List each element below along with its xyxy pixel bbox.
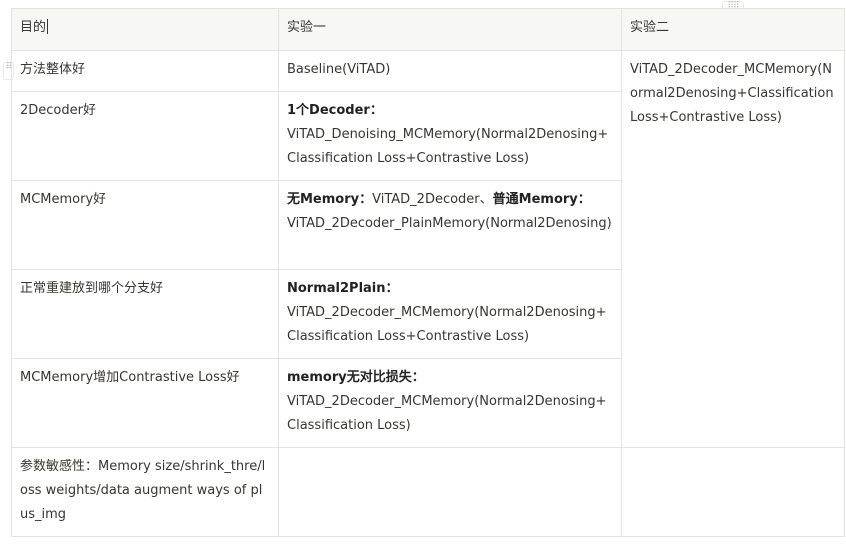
exp1-cell[interactable]: Normal2Plain： ViTAD_2Decoder_MCMemory(Nor… xyxy=(278,269,622,359)
exp2-merged-cell[interactable]: ViTAD_2Decoder_MCMemory(Normal2Denosing+… xyxy=(621,50,845,448)
purpose-cell[interactable]: 2Decoder好 xyxy=(11,91,279,181)
exp1-cell[interactable]: 无Memory：ViTAD_2Decoder、普通Memory： ViTAD_2D… xyxy=(278,180,622,270)
table-header-row: 目的 实验一 实验二 xyxy=(11,8,845,51)
exp1-cell[interactable]: Baseline(ViTAD) xyxy=(278,50,622,92)
purpose-cell[interactable]: MCMemory好 xyxy=(11,180,279,270)
header-cell[interactable]: 实验一 xyxy=(278,8,622,51)
exp1-cell[interactable]: memory无对比损失： ViTAD_2Decoder_MCMemory(Norm… xyxy=(278,358,622,448)
text-caret xyxy=(47,19,49,34)
table-row: 方法整体好 Baseline(ViTAD) ViTAD_2Decoder_MCM… xyxy=(11,50,845,448)
header-cell[interactable]: 实验二 xyxy=(621,8,845,51)
exp2-cell[interactable] xyxy=(621,447,845,537)
table-row: 参数敏感性：Memory size/shrink_thre/loss weigh… xyxy=(11,447,845,537)
purpose-cell[interactable]: 参数敏感性：Memory size/shrink_thre/loss weigh… xyxy=(11,447,279,537)
experiment-table: 目的 实验一 实验二 方法整体好 Baseline(ViTAD) ViTAD_2… xyxy=(11,8,845,537)
header-cell[interactable]: 目的 xyxy=(11,8,279,51)
exp1-cell[interactable] xyxy=(278,447,622,537)
purpose-cell[interactable]: MCMemory增加Contrastive Loss好 xyxy=(11,358,279,448)
purpose-cell[interactable]: 方法整体好 xyxy=(11,50,279,92)
purpose-cell[interactable]: 正常重建放到哪个分支好 xyxy=(11,269,279,359)
exp1-cell[interactable]: 1个Decoder： ViTAD_Denoising_MCMemory(Norma… xyxy=(278,91,622,181)
